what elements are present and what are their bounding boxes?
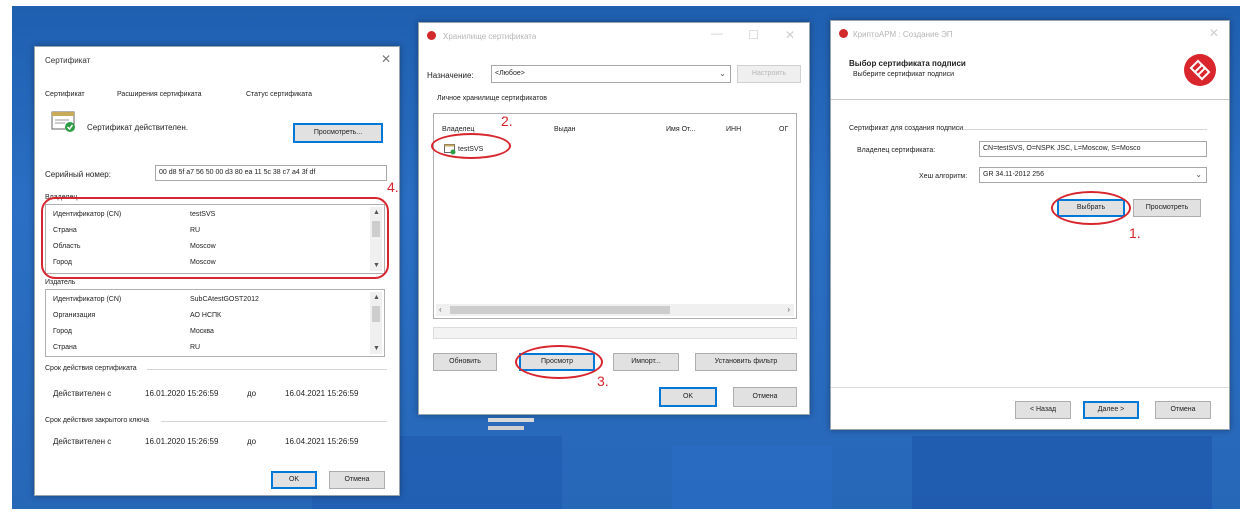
scrollbar[interactable]: ▲ ▼ [370,292,382,354]
highlight-annotation [41,197,389,279]
column-issued-by[interactable]: Выдан [554,126,576,133]
scroll-right-icon: › [787,305,790,314]
set-filter-button[interactable]: Установить фильтр [695,353,797,371]
column-name[interactable]: Имя От... [666,126,695,133]
hash-select[interactable]: GR 34.11-2012 256 ⌄ [979,167,1207,183]
close-icon[interactable]: ✕ [381,53,391,65]
annotation-step-2: 2. [501,113,513,129]
window-title: КриптоАРМ : Создание ЭП [853,30,953,39]
annotation-step-3: 3. [597,373,609,389]
key-valid-to-label: до [247,437,257,446]
column-ogrn[interactable]: ОГ [779,126,788,133]
key-valid-from-value: 16.01.2020 15:26:59 [145,437,219,446]
tab-status[interactable]: Статус сертификата [246,91,312,98]
cancel-button[interactable]: Отмена [1155,401,1211,419]
desktop-text-fragment [488,418,534,422]
desktop-tile [672,446,832,509]
view-button[interactable]: Просмотреть [1133,199,1201,217]
cryptoarm-logo-icon [1184,54,1216,86]
divider [831,387,1229,388]
serial-label: Серийный номер: [45,170,111,179]
key-valid-to-value: 16.04.2021 15:26:59 [285,437,359,446]
validity-header: Срок действия сертификата [45,365,137,372]
purpose-select[interactable]: <Любое> ⌄ [491,65,731,83]
cryptoarm-wizard-dialog: КриптоАРМ : Создание ЭП ✕ Выбор сертифик… [830,20,1230,430]
close-icon[interactable]: ✕ [785,29,795,41]
issuer-list[interactable]: Идентификатор (CN) SubCAtestGOST2012 Орга… [45,289,385,357]
issuer-header: Издатель [45,279,76,286]
app-logo-icon [427,31,436,40]
title-bar: КриптоАРМ : Создание ЭП ✕ [831,21,1229,47]
serial-field[interactable]: 00 d8 5f a7 56 50 00 d3 80 ea 11 5c 38 c… [155,165,387,181]
scroll-left-icon: ‹ [439,305,442,314]
chevron-down-icon: ⌄ [719,69,726,78]
refresh-button[interactable]: Обновить [433,353,497,371]
highlight-annotation [1051,191,1131,225]
group-label: Сертификат для создания подписи [849,125,964,132]
list-item: Идентификатор (CN) SubCAtestGOST2012 [53,296,259,303]
list-item: Страна RU [53,344,201,351]
column-owner[interactable]: Владелец [442,126,474,133]
back-button[interactable]: < Назад [1015,401,1071,419]
window-title: Сертификат [45,56,91,65]
store-label: Личное хранилище сертификатов [437,95,547,102]
configure-button[interactable]: Настроить [737,65,801,83]
status-text: Сертификат действителен. [87,123,189,132]
annotation-step-4: 4. [387,179,399,195]
hash-label: Хеш алгоритм: [919,173,968,180]
highlight-annotation [431,133,511,159]
tab-general[interactable]: Сертификат [45,91,85,98]
window-title: Хранилище сертификата [443,32,537,41]
desktop-text-fragment [488,426,524,430]
view-certificate-button[interactable]: Просмотреть... [293,123,383,143]
key-validity-header: Срок действия закрытого ключа [45,417,150,424]
highlight-annotation [515,345,603,379]
title-bar: Хранилище сертификата — ☐ ✕ [419,23,809,49]
ok-button[interactable]: OK [659,387,717,407]
cancel-button[interactable]: Отмена [329,471,385,489]
annotation-step-1: 1. [1129,225,1141,241]
divider [161,421,387,422]
divider [831,99,1229,100]
owner-field[interactable]: CN=testSVS, O=NSPK JSC, L=Moscow, S=Mosc… [979,141,1207,157]
purpose-label: Назначение: [427,71,474,80]
tab-extensions[interactable]: Расширения сертификата [117,91,202,98]
ok-button[interactable]: OK [271,471,317,489]
minimize-icon[interactable]: — [711,27,723,39]
desktop-tile [912,436,1212,509]
list-item: Город Москва [53,328,214,335]
divider [147,369,387,370]
app-logo-icon [839,29,848,38]
certificate-dialog: Сертификат ✕ Сертификат Расширения серти… [34,46,400,496]
certificate-store-dialog: Хранилище сертификата — ☐ ✕ Назначение: … [418,22,810,415]
column-inn[interactable]: ИНН [726,126,741,133]
valid-to-label: до [247,389,257,398]
chevron-down-icon: ⌄ [1195,170,1202,179]
valid-from-value: 16.01.2020 15:26:59 [145,389,219,398]
horizontal-scrollbar[interactable]: ‹ › [436,304,794,316]
title-bar: Сертификат ✕ [35,47,399,73]
next-button[interactable]: Далее > [1083,401,1139,419]
maximize-icon[interactable]: ☐ [748,29,759,41]
status-strip [433,327,797,339]
certificate-valid-icon [51,111,75,132]
valid-from-label: Действителен с [53,389,112,398]
header-title: Выбор сертификата подписи [849,59,966,68]
close-icon[interactable]: ✕ [1209,27,1219,39]
divider [963,129,1207,130]
list-item: Организация АО НСПК [53,312,222,319]
valid-to-value: 16.04.2021 15:26:59 [285,389,359,398]
import-button[interactable]: Импорт... [613,353,679,371]
key-valid-from-label: Действителен с [53,437,112,446]
owner-label: Владелец сертификата: [857,147,936,154]
header-subtitle: Выберите сертификат подписи [853,71,955,78]
cancel-button[interactable]: Отмена [733,387,797,407]
